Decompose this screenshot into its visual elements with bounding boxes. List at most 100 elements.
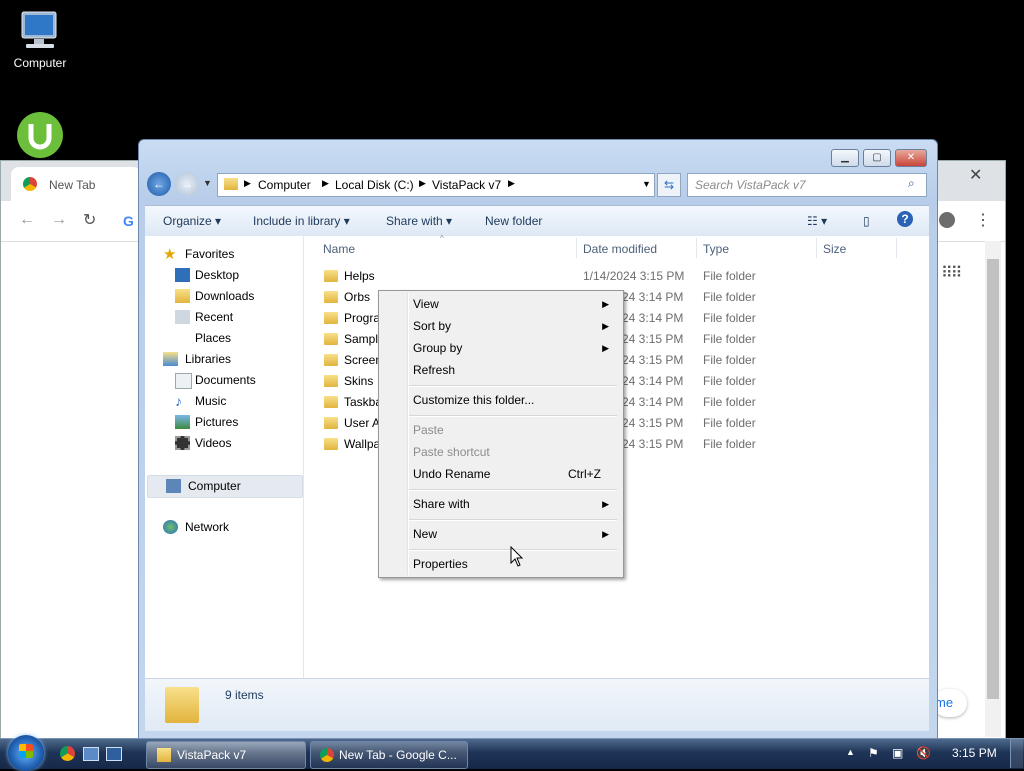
action-center-icon[interactable]: ⚑ [868, 746, 879, 760]
organize-button[interactable]: Organize ▾ [163, 214, 221, 228]
maximize-button[interactable]: ▢ [863, 149, 891, 167]
menu-item-shortcut: Ctrl+Z [568, 467, 601, 481]
column-divider[interactable] [896, 238, 897, 258]
menu-item-new[interactable]: New ▶ [381, 523, 619, 545]
menu-item-label: Refresh [413, 363, 456, 377]
close-icon[interactable]: ✕ [969, 165, 982, 185]
file-date: 24 3:15 PM [622, 353, 684, 367]
nav-label: Recent Places [195, 310, 234, 345]
new-folder-button[interactable]: New folder [485, 214, 542, 228]
share-label: Share with [386, 214, 443, 228]
clock[interactable]: 3:15 PM [952, 746, 997, 760]
menu-item-properties[interactable]: Properties [381, 553, 619, 575]
include-in-library-button[interactable]: Include in library ▾ [253, 214, 350, 228]
menu-item-group-by[interactable]: Group by ▶ [381, 337, 619, 359]
column-divider[interactable] [816, 238, 817, 258]
table-row[interactable]: Helps 1/14/2024 3:15 PM File folder [304, 266, 924, 287]
search-icon[interactable]: ⌕ [908, 176, 915, 191]
include-label: Include in library [253, 214, 341, 228]
chevron-right-icon[interactable]: ▶ [419, 178, 426, 189]
menu-item-refresh[interactable]: Refresh [381, 359, 619, 381]
back-button[interactable]: ← [147, 172, 171, 196]
menu-item-label: Customize this folder... [413, 393, 535, 407]
column-type[interactable]: Type [703, 242, 729, 256]
taskbar-button-chrome[interactable]: New Tab - Google C... [310, 741, 468, 769]
breadcrumb-vistapack[interactable]: VistaPack v7 [432, 178, 501, 192]
chrome-quicklaunch-icon[interactable] [60, 746, 75, 761]
reload-icon[interactable]: ↻ [83, 210, 96, 230]
menu-item-paste[interactable]: Paste [381, 419, 619, 441]
share-with-button[interactable]: Share with ▾ [386, 214, 452, 228]
customize-chip[interactable]: me [933, 689, 967, 717]
refresh-icon[interactable]: ⇆ [657, 173, 681, 197]
show-desktop-button[interactable] [1010, 739, 1023, 768]
downloads-icon [175, 289, 190, 303]
forward-icon[interactable]: → [51, 211, 67, 229]
help-icon[interactable]: ? [897, 211, 913, 227]
menu-item-undo-rename[interactable]: Undo Rename Ctrl+Z [381, 463, 619, 485]
desktop-icon-utorrent[interactable] [0, 110, 80, 160]
menu-separator [409, 415, 617, 417]
volume-muted-icon[interactable]: 🔇 [916, 746, 931, 760]
menu-item-paste-shortcut[interactable]: Paste shortcut [381, 441, 619, 463]
windows-logo-icon [19, 744, 33, 758]
network-icon [163, 520, 178, 534]
search-box[interactable]: Search VistaPack v7 ⌕ [687, 173, 927, 197]
file-name: Wallpa [344, 437, 381, 451]
file-date: 24 3:15 PM [622, 437, 684, 451]
preview-pane-icon[interactable]: ▯ [863, 214, 870, 228]
recent-pages-icon[interactable]: ▼ [203, 178, 212, 188]
show-desktop-icon[interactable] [83, 747, 99, 761]
chevron-down-icon[interactable]: ▼ [642, 179, 651, 189]
forward-button[interactable]: → [175, 172, 199, 196]
taskbar-button-explorer[interactable]: VistaPack v7 [146, 741, 306, 769]
more-menu-icon[interactable]: ⋮ [975, 210, 991, 230]
folder-icon [224, 178, 238, 190]
switch-windows-icon[interactable] [106, 747, 122, 761]
minimize-button[interactable]: ▁ [831, 149, 859, 167]
network-status-icon[interactable]: ▣ [892, 746, 903, 760]
star-icon: ★ [163, 246, 177, 263]
command-bar: Organize ▾ Include in library ▾ Share wi… [145, 205, 929, 237]
menu-separator [409, 519, 617, 521]
menu-item-sort-by[interactable]: Sort by ▶ [381, 315, 619, 337]
menu-item-label: Group by [413, 341, 463, 355]
column-divider[interactable] [696, 238, 697, 258]
menu-item-share-with[interactable]: Share with ▶ [381, 493, 619, 515]
documents-icon [175, 373, 192, 389]
context-menu: View ▶ Sort by ▶ Group by ▶ Refresh Customi… [378, 290, 624, 578]
desktop-icon [175, 268, 190, 282]
file-name: User A [344, 416, 381, 430]
column-divider[interactable] [576, 238, 577, 258]
large-folder-icon [165, 687, 199, 723]
column-size[interactable]: Size [823, 242, 846, 256]
close-button[interactable]: ✕ [895, 149, 927, 167]
chrome-tab[interactable]: New Tab [11, 167, 141, 201]
breadcrumb-computer[interactable]: Computer [258, 178, 311, 192]
pictures-icon [175, 415, 190, 429]
folder-icon [324, 417, 338, 429]
chevron-right-icon[interactable]: ▶ [508, 178, 515, 189]
chevron-right-icon: ▶ [602, 499, 609, 509]
menu-item-customize[interactable]: Customize this folder... [381, 389, 619, 411]
breadcrumb-local-disk[interactable]: Local Disk (C:) [335, 178, 414, 192]
chevron-right-icon[interactable]: ▶ [322, 178, 329, 189]
address-bar[interactable]: ▶ Computer ▶ Local Disk (C:) ▶ VistaPack… [217, 173, 655, 197]
desktop-icon-computer[interactable]: Computer [0, 10, 80, 70]
chrome-icon [23, 177, 37, 191]
view-options-icon[interactable]: ☷ ▾ [807, 214, 827, 228]
chrome-scrollbar[interactable] [985, 241, 1001, 737]
nav-computer[interactable]: Computer [147, 475, 303, 498]
utorrent-icon [17, 112, 63, 158]
menu-item-view[interactable]: View ▶ [381, 293, 619, 315]
column-date-modified[interactable]: Date modified [583, 242, 657, 256]
show-hidden-icons[interactable]: ▲ [846, 747, 855, 757]
back-icon[interactable]: ← [19, 211, 35, 229]
apps-grid-icon[interactable]: ⠿⠿ [941, 263, 962, 283]
column-name[interactable]: Name [323, 242, 355, 256]
scroll-thumb[interactable] [987, 259, 999, 699]
chevron-right-icon[interactable]: ▶ [244, 178, 251, 189]
desktop-icon-label: Computer [13, 56, 67, 70]
menu-item-label: New [413, 527, 438, 541]
profile-icon[interactable] [939, 212, 955, 228]
